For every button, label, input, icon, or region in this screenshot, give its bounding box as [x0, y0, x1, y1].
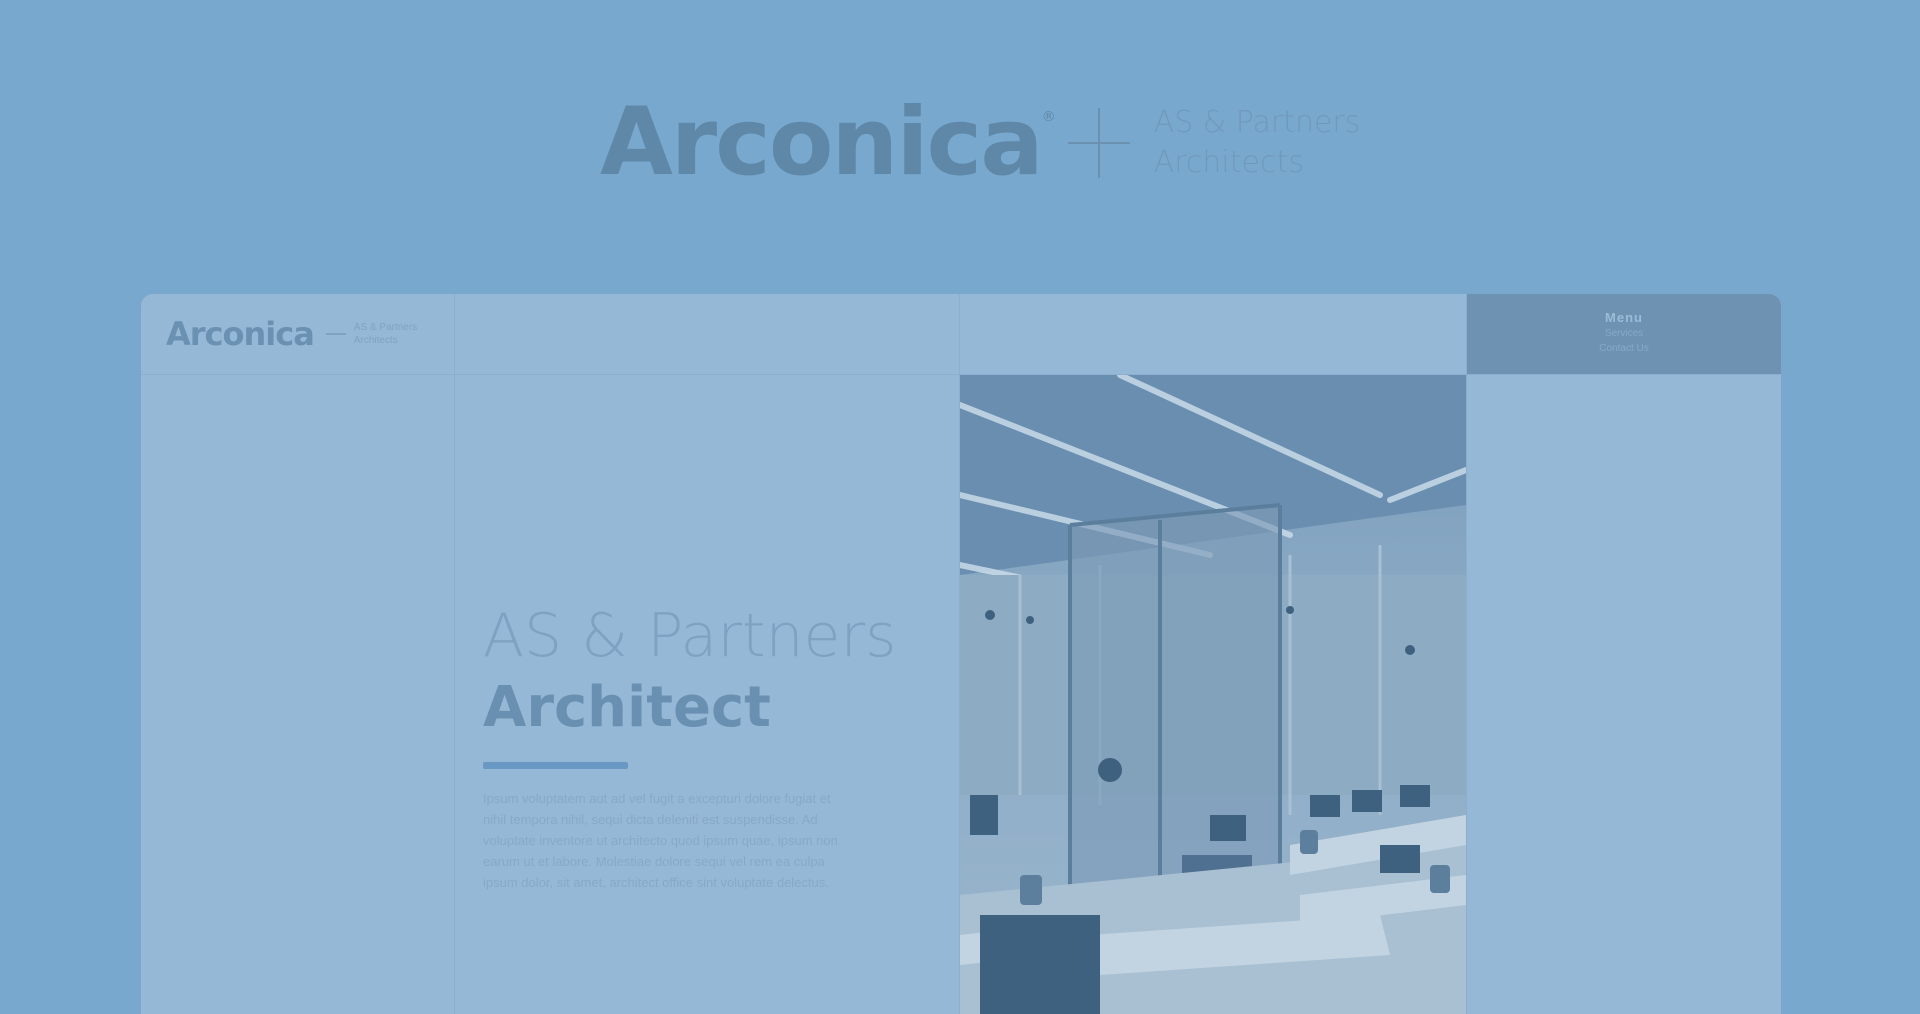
brand-logo-text: Arconica: [600, 88, 1044, 197]
site-logo-sub-line2: Architects: [353, 335, 398, 346]
brand-logo: Arconica ®: [600, 96, 1056, 190]
grid-line: [1466, 294, 1467, 1014]
menu-sub-line2: Contact Us: [1599, 343, 1649, 354]
brand-lockup: Arconica ® AS & Partners Architects: [600, 96, 1361, 190]
brand-subtitle-line1: AS & Partners: [1153, 105, 1361, 140]
site-logo-sub-line1: AS & Partners: [353, 322, 418, 333]
office-interior-photo: [960, 375, 1466, 1014]
menu-label: Menu: [1605, 310, 1643, 325]
brand-subtitle: AS & Partners Architects: [1154, 103, 1361, 183]
site-logo-text: Arconica: [166, 315, 315, 353]
hero-title-line1: AS & Partners: [483, 601, 897, 671]
menu-button[interactable]: Menu Services Contact Us: [1467, 294, 1781, 374]
grid-line: [454, 294, 455, 1014]
hero-title-line2: Architect: [483, 675, 771, 740]
site-logo-divider: [325, 333, 346, 335]
site-logo-subtitle: AS & Partners Architects: [354, 321, 417, 347]
wall-clock: [1098, 758, 1122, 782]
hero-body-text: Ipsum voluptatem aut ad vel fugit a exce…: [483, 791, 838, 890]
hero-accent-rule: [483, 762, 628, 769]
office-illustration: [960, 375, 1466, 1014]
brand-cross-divider: [1067, 108, 1130, 178]
menu-sub-line1: Services: [1604, 328, 1644, 339]
registered-mark: ®: [1041, 109, 1056, 125]
brand-subtitle-line2: Architects: [1153, 145, 1304, 180]
site-logo[interactable]: Arconica AS & Partners Architects: [166, 314, 417, 354]
website-mockup: Arconica AS & Partners Architects Menu S…: [141, 294, 1781, 1014]
